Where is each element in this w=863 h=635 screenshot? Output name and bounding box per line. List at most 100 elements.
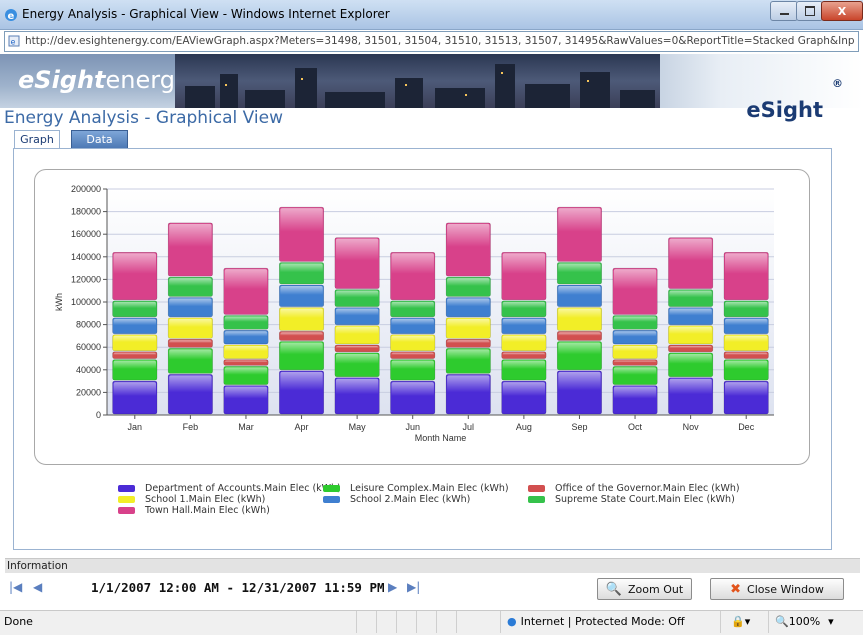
bar-highlight xyxy=(391,360,434,380)
bar-highlight xyxy=(558,286,601,306)
close-button[interactable]: X xyxy=(821,1,863,21)
bar-highlight xyxy=(558,208,601,261)
chart-legend: Department of Accounts.Main Elec (kWh) Le… xyxy=(118,483,758,523)
bar-highlight xyxy=(391,352,434,358)
bar-highlight xyxy=(169,278,212,296)
legend-item: School 2.Main Elec (kWh) xyxy=(323,494,470,505)
lock-icon: 🔒▾ xyxy=(731,615,751,628)
legend-label: Town Hall.Main Elec (kWh) xyxy=(145,505,270,516)
bar-highlight xyxy=(502,352,546,358)
x-tick-label: Aug xyxy=(516,422,532,432)
legend-label: School 1.Main Elec (kWh) xyxy=(145,494,266,505)
bar-highlight xyxy=(558,308,601,330)
bar-highlight xyxy=(502,318,546,333)
bar-highlight xyxy=(669,378,712,413)
date-range: 1/1/2007 12:00 AM - 12/31/2007 11:59 PM xyxy=(91,580,385,595)
bar-highlight xyxy=(169,349,212,373)
x-tick-label: Sep xyxy=(571,422,587,432)
x-tick-label: Jun xyxy=(405,422,420,432)
bar-highlight xyxy=(335,290,379,306)
stacked-bar-chart: 0 20000 40000 60000 80000 100000 120000 140000 1… xyxy=(54,184,774,443)
page-title: Energy Analysis - Graphical View xyxy=(4,108,284,128)
bar-highlight xyxy=(224,367,268,384)
bar-highlight xyxy=(447,223,490,276)
bar-highlight xyxy=(558,371,601,413)
first-page-icon[interactable]: |◀ xyxy=(9,580,22,594)
zoom-icon: 🔍 xyxy=(775,615,789,628)
legend-label: Supreme State Court.Main Elec (kWh) xyxy=(555,494,735,505)
legend-swatch xyxy=(118,507,135,514)
bar-highlight xyxy=(280,286,323,306)
zoom-level[interactable]: 🔍100% ▾ xyxy=(768,611,859,633)
x-tick-label: Jul xyxy=(463,422,475,432)
bar-highlight xyxy=(113,360,157,380)
bar-highlight xyxy=(724,318,768,333)
title-bar: e Energy Analysis - Graphical View - Win… xyxy=(0,0,863,30)
legend-swatch xyxy=(118,496,135,503)
minimize-button[interactable] xyxy=(770,1,798,21)
legend-item: Town Hall.Main Elec (kWh) xyxy=(118,505,270,516)
legend-swatch xyxy=(528,496,545,503)
legend-swatch xyxy=(323,496,340,503)
site-banner: eSightenergy eSight ® xyxy=(0,54,863,122)
legend-item: Department of Accounts.Main Elec (kWh) xyxy=(118,483,341,494)
y-tick-label: 120000 xyxy=(71,274,101,284)
bar-highlight xyxy=(502,382,546,413)
x-tick-label: Apr xyxy=(295,422,309,432)
close-window-button[interactable]: ✖ Close Window xyxy=(710,578,844,600)
tab-graph[interactable]: Graph xyxy=(14,130,60,148)
tab-data[interactable]: Data xyxy=(71,130,128,149)
y-tick-label: 200000 xyxy=(71,184,101,194)
bar-highlight xyxy=(724,335,768,350)
x-tick-label: Nov xyxy=(683,422,700,432)
y-tick-label: 140000 xyxy=(71,252,101,262)
close-window-label: Close Window xyxy=(747,582,824,596)
bar-highlight xyxy=(724,301,768,316)
esightenergy-logo: eSightenergy xyxy=(0,54,189,108)
browser-window: e Energy Analysis - Graphical View - Win… xyxy=(0,0,863,635)
next-icon[interactable]: ▶ xyxy=(388,580,397,594)
bar-highlight xyxy=(224,316,268,329)
legend-label: Department of Accounts.Main Elec (kWh) xyxy=(145,483,341,494)
address-bar[interactable]: e http://dev.esightenergy.com/EAViewGrap… xyxy=(4,31,859,52)
y-tick-label: 60000 xyxy=(76,342,101,352)
previous-icon[interactable]: ◀ xyxy=(33,580,42,594)
bar-highlight xyxy=(280,263,323,284)
bar-highlight xyxy=(391,301,434,316)
last-page-icon[interactable]: ▶| xyxy=(407,580,420,594)
bar-highlight xyxy=(113,301,157,316)
zoom-out-button[interactable]: 🔍 Zoom Out xyxy=(597,578,692,600)
bar-highlight xyxy=(113,352,157,358)
security-zone[interactable]: ● Internet | Protected Mode: Off xyxy=(500,611,701,633)
maximize-button[interactable] xyxy=(796,1,823,21)
legend-label: School 2.Main Elec (kWh) xyxy=(350,494,471,505)
bar-highlight xyxy=(169,318,212,338)
bar-highlight xyxy=(613,360,657,365)
bar-highlight xyxy=(447,278,490,296)
bar-highlight xyxy=(724,360,768,380)
bar-highlight xyxy=(169,298,212,316)
bar-highlight xyxy=(447,375,490,413)
bar-highlight xyxy=(169,223,212,276)
x-tick-label: Jan xyxy=(128,422,143,432)
security-settings[interactable]: 🔒▾ xyxy=(720,611,761,633)
status-bar: Done ● Internet | Protected Mode: Off 🔒▾ … xyxy=(0,610,863,635)
legend-item: Supreme State Court.Main Elec (kWh) xyxy=(528,494,735,505)
status-text: Done xyxy=(4,615,33,628)
bar-highlight xyxy=(669,238,712,288)
bar-highlight xyxy=(613,269,657,314)
bar-highlight xyxy=(169,375,212,413)
bar-highlight xyxy=(447,298,490,316)
bar-highlight xyxy=(224,331,268,343)
bar-highlight xyxy=(502,335,546,350)
bar-highlight xyxy=(391,335,434,350)
bar-highlight xyxy=(447,349,490,373)
bar-highlight xyxy=(558,263,601,284)
zoom-out-label: Zoom Out xyxy=(628,582,684,596)
svg-text:e: e xyxy=(11,38,16,47)
magnifier-icon: 🔍 xyxy=(605,581,623,597)
information-bar: Information xyxy=(5,558,860,573)
bar-highlight xyxy=(224,269,268,314)
y-tick-label: 40000 xyxy=(76,365,101,375)
bar-highlight xyxy=(335,378,379,413)
